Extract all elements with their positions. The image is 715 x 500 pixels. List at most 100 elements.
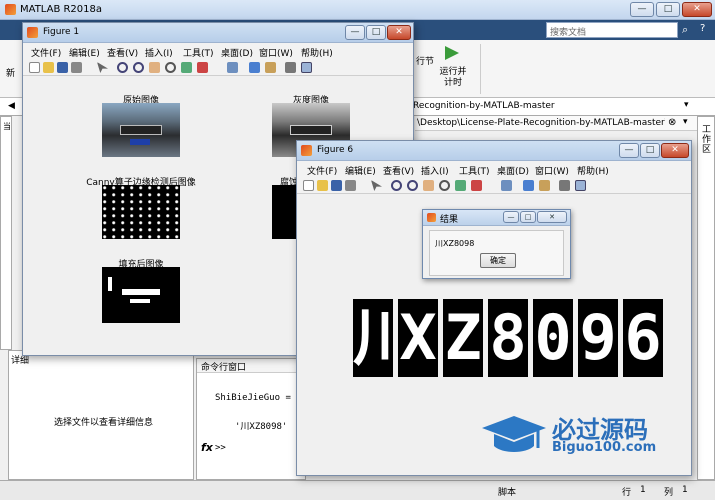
figure6-toolbar [297, 177, 691, 194]
menu-desktop[interactable]: 桌面(D) [497, 164, 529, 177]
rotate-icon[interactable] [165, 62, 176, 73]
help-icon[interactable]: ? [700, 23, 705, 34]
close-file-icon[interactable]: ⊗ [668, 117, 676, 128]
run-time-button[interactable]: 运行并计时 [436, 67, 470, 89]
figure6-maximize-button[interactable]: □ [640, 143, 660, 158]
datatip-icon[interactable] [181, 62, 192, 73]
menu-window[interactable]: 窗口(W) [259, 46, 293, 59]
save-icon[interactable] [331, 180, 342, 191]
menu-edit[interactable]: 编辑(E) [69, 46, 100, 59]
path-text[interactable]: Recognition-by-MATLAB-master [413, 101, 555, 111]
zoom-in-icon[interactable] [391, 180, 402, 191]
brush-icon[interactable] [197, 62, 208, 73]
result-dialog[interactable]: 结果 — □ ✕ 川XZ8098 [422, 209, 571, 279]
pan-icon[interactable] [423, 180, 434, 191]
new-icon[interactable] [29, 62, 40, 73]
fill-image [102, 267, 180, 323]
link-icon[interactable] [227, 62, 238, 73]
print-icon[interactable] [345, 180, 356, 191]
datatip-icon[interactable] [455, 180, 466, 191]
figure1-toolbar [23, 59, 413, 76]
close-button[interactable]: ✕ [682, 2, 712, 17]
menu-help[interactable]: 帮助(H) [577, 164, 609, 177]
original-image [102, 103, 180, 157]
show-tools-icon[interactable] [575, 180, 586, 191]
zoom-out-icon[interactable] [407, 180, 418, 191]
path-dropdown-icon[interactable]: ▾ [684, 100, 689, 110]
dialog-close-button[interactable]: ✕ [537, 211, 567, 223]
dialog-minimize-button[interactable]: — [503, 211, 519, 223]
figure1-minimize-button[interactable]: — [345, 25, 365, 40]
workspace-panel: 工作区 [697, 116, 715, 480]
legend-icon[interactable] [265, 62, 276, 73]
search-input[interactable]: 搜索文档 [546, 22, 678, 38]
graduation-cap-icon [482, 416, 546, 452]
save-icon[interactable] [57, 62, 68, 73]
dialog-maximize-button[interactable]: □ [520, 211, 536, 223]
figure1-menu-bar: 文件(F) 编辑(E) 查看(V) 插入(I) 工具(T) 桌面(D) 窗口(W… [23, 43, 413, 59]
cmd-output-line1: ShiBieJieGuo = [215, 393, 291, 403]
status-script: 脚本 [498, 488, 517, 498]
current-folder-panel: 当 [0, 116, 12, 350]
zoom-out-icon[interactable] [133, 62, 144, 73]
run-section-label: 行节 [416, 57, 435, 67]
menu-file[interactable]: 文件(F) [31, 46, 61, 59]
car-plate [130, 139, 150, 145]
pointer-icon[interactable] [371, 180, 382, 191]
zoom-in-icon[interactable] [117, 62, 128, 73]
figure1-maximize-button[interactable]: □ [366, 25, 386, 40]
maximize-button[interactable]: □ [656, 2, 680, 17]
run-time-icon[interactable] [445, 46, 459, 60]
figure-icon [27, 27, 38, 38]
colorbar-icon[interactable] [523, 180, 534, 191]
menu-view[interactable]: 查看(V) [383, 164, 414, 177]
matlab-title-bar: MATLAB R2018a — □ ✕ [0, 0, 715, 20]
minimize-button[interactable]: — [630, 2, 654, 17]
pointer-icon[interactable] [97, 62, 108, 73]
figure6-menu-bar: 文件(F) 编辑(E) 查看(V) 插入(I) 工具(T) 桌面(D) 窗口(W… [297, 161, 691, 177]
pan-icon[interactable] [149, 62, 160, 73]
plate-char-5: 0 [533, 299, 573, 377]
command-window[interactable]: 命令行窗口 ShiBieJieGuo = '川XZ8098' fx >> [196, 358, 307, 480]
figure-icon [301, 145, 312, 156]
watermark-url: Biguo100.com [552, 440, 657, 455]
segmented-characters: 川 X Z 8 0 9 6 [353, 299, 663, 377]
menu-help[interactable]: 帮助(H) [301, 46, 333, 59]
figure6-close-button[interactable]: ✕ [661, 143, 689, 158]
colorbar-icon[interactable] [249, 62, 260, 73]
fx-icon[interactable]: fx [201, 441, 213, 454]
open-icon[interactable] [43, 62, 54, 73]
menu-tools[interactable]: 工具(T) [183, 46, 214, 59]
ok-button[interactable]: 确定 [480, 253, 516, 268]
watermark: 必过源码 Biguo100.com [478, 410, 698, 462]
new-icon[interactable] [303, 180, 314, 191]
show-tools-icon[interactable] [301, 62, 312, 73]
cmd-prompt[interactable]: >> [215, 443, 226, 453]
legend-icon[interactable] [539, 180, 550, 191]
hide-tools-icon[interactable] [559, 180, 570, 191]
menu-insert[interactable]: 插入(I) [145, 46, 173, 59]
figure1-close-button[interactable]: ✕ [387, 25, 411, 40]
figure6-minimize-button[interactable]: — [619, 143, 639, 158]
brush-icon[interactable] [471, 180, 482, 191]
fill-blob-3 [108, 277, 112, 291]
menu-desktop[interactable]: 桌面(D) [221, 46, 253, 59]
back-icon[interactable]: ◀ [8, 101, 15, 111]
fill-blob-2 [130, 299, 150, 303]
menu-edit[interactable]: 编辑(E) [345, 164, 376, 177]
menu-file[interactable]: 文件(F) [307, 164, 337, 177]
link-icon[interactable] [501, 180, 512, 191]
dialog-figure-icon [427, 213, 436, 222]
cmd-output-line2: '川XZ8098' [235, 422, 288, 432]
panel-menu-icon[interactable]: ▾ [683, 117, 688, 127]
hide-tools-icon[interactable] [285, 62, 296, 73]
search-icon[interactable]: ⌕ [682, 23, 688, 37]
open-icon[interactable] [317, 180, 328, 191]
rotate-icon[interactable] [439, 180, 450, 191]
menu-insert[interactable]: 插入(I) [421, 164, 449, 177]
status-row-label: 行 [622, 488, 632, 498]
menu-view[interactable]: 查看(V) [107, 46, 138, 59]
menu-tools[interactable]: 工具(T) [459, 164, 490, 177]
menu-window[interactable]: 窗口(W) [535, 164, 569, 177]
print-icon[interactable] [71, 62, 82, 73]
